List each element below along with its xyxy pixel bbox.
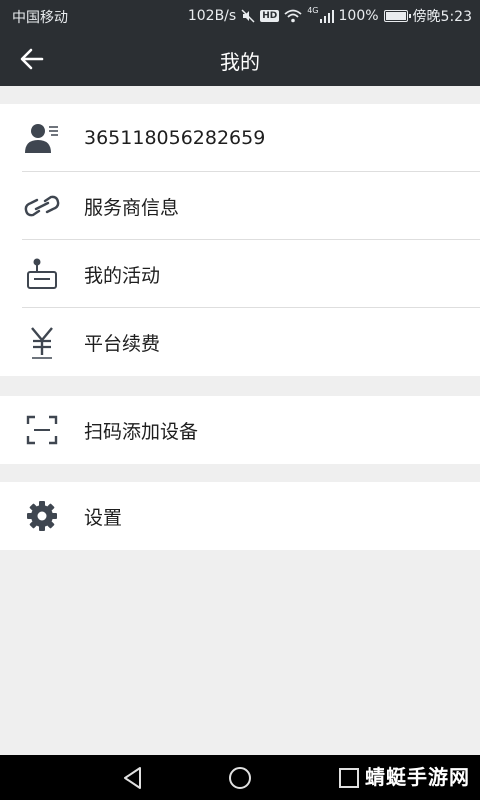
scan-add-device-row[interactable]: 扫码添加设备 xyxy=(0,396,480,464)
platform-renewal-label: 平台续费 xyxy=(84,332,161,355)
menu-group-device: 扫码添加设备 xyxy=(0,396,480,464)
scan-add-device-label: 扫码添加设备 xyxy=(84,420,199,443)
platform-renewal-row[interactable]: 平台续费 xyxy=(0,308,480,376)
my-activity-row[interactable]: 我的活动 xyxy=(0,240,480,308)
mute-icon xyxy=(241,9,255,23)
network-type: 4G xyxy=(307,6,319,15)
status-indicators: 102B/s HD 4G 100% 傍晚5:23 xyxy=(188,6,472,26)
status-bar: 中国移动 102B/s HD 4G 100% 傍晚5:23 xyxy=(0,0,480,32)
nav-back-icon[interactable] xyxy=(120,765,146,791)
gear-icon xyxy=(24,498,60,534)
settings-row[interactable]: 设置 xyxy=(0,482,480,550)
clock: 傍晚5:23 xyxy=(412,9,472,25)
menu-group-account: 365118056282659 服务商信息 我的活动 平台续费 xyxy=(0,104,480,376)
user-id: 365118056282659 xyxy=(84,127,266,149)
page-title: 我的 xyxy=(220,50,260,74)
watermark: 蜻蜓手游网 xyxy=(365,765,470,789)
user-card-icon xyxy=(24,120,60,156)
signal-icon xyxy=(319,9,334,23)
profile-row[interactable]: 365118056282659 xyxy=(0,104,480,172)
scan-icon xyxy=(24,412,60,448)
activity-joystick-icon xyxy=(24,256,60,292)
link-icon xyxy=(24,188,60,224)
provider-info-row[interactable]: 服务商信息 xyxy=(0,172,480,240)
hd-badge: HD xyxy=(260,10,280,22)
menu-group-settings: 设置 xyxy=(0,482,480,550)
yen-icon xyxy=(24,324,60,360)
provider-info-label: 服务商信息 xyxy=(84,196,180,219)
battery-icon xyxy=(383,10,411,22)
system-nav-bar: 蜻蜓手游网 xyxy=(0,755,480,800)
nav-home-icon[interactable] xyxy=(227,765,253,791)
nav-recents-icon[interactable] xyxy=(336,765,362,791)
wifi-icon xyxy=(284,9,302,23)
my-activity-label: 我的活动 xyxy=(84,264,161,287)
battery-percent: 100% xyxy=(338,8,379,24)
network-speed: 102B/s xyxy=(187,8,237,24)
settings-label: 设置 xyxy=(84,506,123,529)
app-bar: 我的 xyxy=(0,32,480,86)
carrier-name: 中国移动 xyxy=(12,10,68,26)
